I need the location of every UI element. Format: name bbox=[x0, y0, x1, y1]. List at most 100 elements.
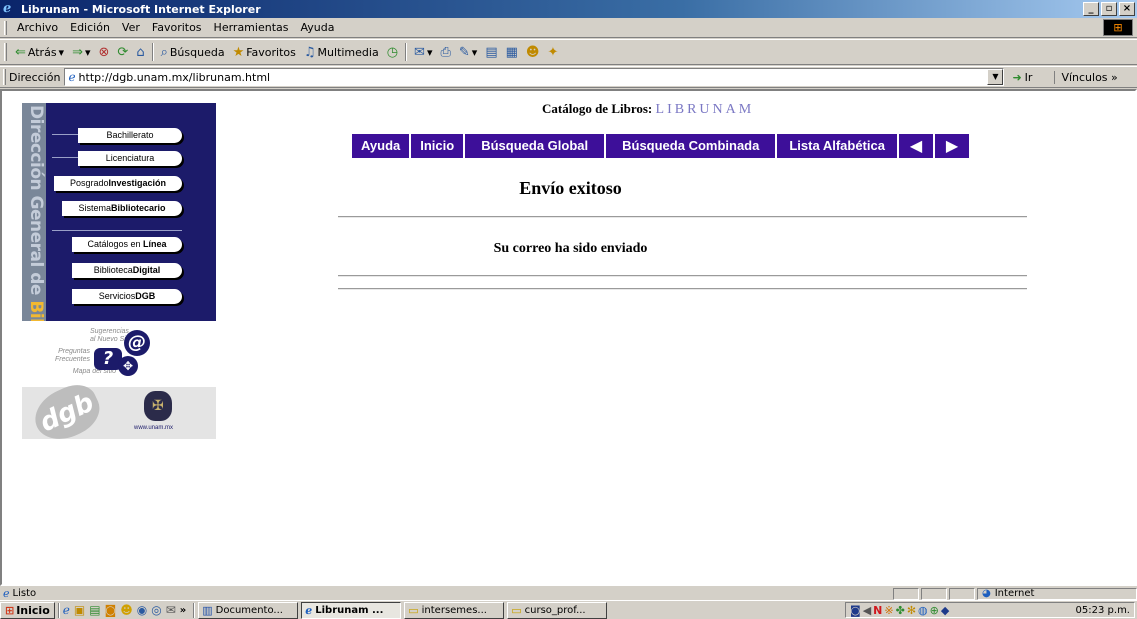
update-tray-icon[interactable]: ✤ bbox=[896, 604, 905, 617]
mail-button[interactable]: ✉ ▾ bbox=[410, 41, 436, 63]
menu-grip[interactable] bbox=[4, 20, 7, 35]
messenger-quicklaunch-icon[interactable]: ☻ bbox=[120, 603, 133, 617]
messenger-tray-icon[interactable]: ✻ bbox=[907, 604, 916, 617]
home-button[interactable]: ⌂ bbox=[132, 41, 148, 63]
sidebar-item-biblioteca-digital[interactable]: BibliotecaDigital bbox=[72, 263, 182, 278]
address-url[interactable]: http://dgb.unam.mx/librunam.html bbox=[79, 71, 988, 84]
folder-icon: ▭ bbox=[408, 603, 419, 617]
next-arrow-icon[interactable]: ▶ bbox=[934, 134, 969, 158]
display-tray-icon[interactable]: ◆ bbox=[941, 604, 949, 617]
sidebar-item-licenciatura[interactable]: Licenciatura bbox=[78, 151, 182, 166]
task-button-librunam[interactable]: ℯ Librunam ... bbox=[301, 601, 402, 619]
history-button[interactable]: ◷ bbox=[383, 41, 402, 63]
antivirus-tray-icon[interactable]: N bbox=[873, 604, 882, 617]
faq-link[interactable]: Preguntas Frecuentes bbox=[36, 348, 90, 364]
ie-quicklaunch-icon[interactable]: ℯ bbox=[63, 603, 70, 617]
back-button[interactable]: ⇐ Atrás ▾ bbox=[11, 41, 68, 63]
refresh-button[interactable]: ⟳ bbox=[113, 41, 132, 63]
address-dropdown-button[interactable]: ▼ bbox=[987, 69, 1004, 85]
zone-label: Internet bbox=[994, 588, 1035, 599]
media-button[interactable]: ♫ Multimedia bbox=[300, 41, 383, 63]
vertical-title-strip: Dirección General de Bibliotecas bbox=[22, 103, 46, 321]
start-button[interactable]: ⊞ Inicio bbox=[0, 601, 55, 619]
at-sign-icon[interactable]: @ bbox=[124, 330, 150, 356]
task-button-curso[interactable]: ▭ curso_prof... bbox=[507, 601, 608, 619]
sidebar-item-servicios[interactable]: ServiciosDGB bbox=[72, 289, 182, 304]
go-label: Ir bbox=[1024, 70, 1033, 84]
mail-icon: ✉ bbox=[414, 44, 425, 60]
minimize-button[interactable]: _ bbox=[1083, 2, 1099, 16]
network-quicklaunch-icon[interactable]: ◎ bbox=[151, 603, 161, 617]
compass-icon[interactable]: ✥ bbox=[118, 356, 138, 376]
clock[interactable]: 05:23 p.m. bbox=[1076, 605, 1130, 616]
forward-button[interactable]: ⇒ ▾ bbox=[68, 41, 94, 63]
divider bbox=[338, 216, 1027, 218]
menu-ayuda[interactable]: Ayuda bbox=[294, 21, 340, 34]
go-arrow-icon: ➜ bbox=[1012, 70, 1022, 84]
discuss-icon: ▤ bbox=[485, 44, 498, 60]
nav-help-button[interactable]: Ayuda bbox=[352, 134, 410, 158]
menu-archivo[interactable]: Archivo bbox=[11, 21, 64, 34]
task-button-documento[interactable]: ▥ Documento... bbox=[198, 601, 299, 619]
menu-edicion[interactable]: Edición bbox=[64, 21, 116, 34]
address-grip[interactable] bbox=[3, 69, 6, 85]
toolbar-grip[interactable] bbox=[4, 43, 7, 61]
research-button[interactable]: ▦ bbox=[502, 41, 522, 63]
messenger-button[interactable]: ☻ bbox=[522, 41, 544, 63]
media-player-quicklaunch-icon[interactable]: ◉ bbox=[137, 603, 147, 617]
discuss-button[interactable]: ▤ bbox=[481, 41, 501, 63]
quick-launch: ℯ ▣ ▤ ◙ ☻ ◉ ◎ ✉ bbox=[63, 603, 176, 617]
maximize-button[interactable]: ▫ bbox=[1101, 2, 1117, 16]
unam-link[interactable]: www.unam.mx bbox=[134, 425, 173, 431]
nav-alphabetic-list-button[interactable]: Lista Alfabética bbox=[777, 134, 897, 158]
nav-home-button[interactable]: Inicio bbox=[411, 134, 464, 158]
system-tray: ◙ ◀ N ※ ✤ ✻ ◍ ⊕ ◆ 05:23 p.m. bbox=[845, 602, 1135, 618]
edit-button[interactable]: ✎ ▾ bbox=[455, 41, 481, 63]
sidebar-item-sistema-bibliotecario[interactable]: SistemaBibliotecario bbox=[62, 201, 182, 216]
favorites-button[interactable]: ★ Favoritos bbox=[229, 41, 300, 63]
sidebar-item-bachillerato[interactable]: Bachillerato bbox=[78, 128, 182, 143]
close-button[interactable]: × bbox=[1119, 2, 1135, 16]
status-cell bbox=[921, 587, 947, 600]
language-tray-icon[interactable]: ※ bbox=[884, 604, 893, 617]
research-icon: ▦ bbox=[505, 44, 518, 60]
suggestions-link[interactable]: Sugerencias al Nuevo Sitio bbox=[90, 328, 133, 344]
security-tray-icon[interactable]: ⊕ bbox=[930, 604, 939, 617]
media-icon: ♫ bbox=[303, 44, 316, 60]
outlook-quicklaunch-icon[interactable]: ◙ bbox=[105, 603, 117, 617]
print-button[interactable]: ⎙ bbox=[436, 41, 454, 63]
volume-tray-icon[interactable]: ◀ bbox=[863, 604, 871, 617]
catalog-brand: LIBRUNAM bbox=[655, 102, 755, 117]
messenger-icon: ☻ bbox=[525, 44, 540, 60]
confirmation-message: Su correo ha sido enviado bbox=[493, 241, 648, 256]
refresh-icon: ⟳ bbox=[117, 44, 129, 60]
nav-global-search-button[interactable]: Búsqueda Global bbox=[465, 134, 605, 158]
divider bbox=[338, 275, 1027, 277]
folder-quicklaunch-icon[interactable]: ▣ bbox=[74, 603, 85, 617]
menu-herramientas[interactable]: Herramientas bbox=[208, 21, 295, 34]
mail-dropdown-icon[interactable]: ▾ bbox=[427, 46, 433, 59]
stop-button[interactable]: ⊗ bbox=[95, 41, 114, 63]
unam-seal-icon[interactable]: ✠ bbox=[144, 391, 172, 421]
extra-tool-button[interactable]: ✦ bbox=[543, 41, 562, 63]
nav-combined-search-button[interactable]: Búsqueda Combinada bbox=[606, 134, 776, 158]
search-button[interactable]: ⌕ Búsqueda bbox=[157, 41, 229, 63]
task-button-intersemes[interactable]: ▭ intersemes... bbox=[404, 601, 505, 619]
network-tray-icon[interactable]: ◙ bbox=[850, 604, 861, 617]
prev-arrow-icon[interactable]: ◀ bbox=[898, 134, 933, 158]
window-title-bar[interactable]: ℯ Librunam - Microsoft Internet Explorer… bbox=[0, 0, 1137, 18]
links-button[interactable]: Vínculos » bbox=[1054, 70, 1118, 84]
menu-ver[interactable]: Ver bbox=[116, 21, 146, 34]
forward-dropdown-icon[interactable]: ▾ bbox=[85, 46, 91, 59]
desktop-quicklaunch-icon[interactable]: ▤ bbox=[89, 603, 100, 617]
dgb-logo[interactable]: dgb bbox=[26, 377, 108, 449]
address-input[interactable]: ℯ http://dgb.unam.mx/librunam.html ▼ bbox=[64, 68, 1005, 86]
mail-quicklaunch-icon[interactable]: ✉ bbox=[166, 603, 176, 617]
quick-launch-more-button[interactable]: » bbox=[180, 605, 186, 616]
go-button[interactable]: ➜ Ir bbox=[1012, 71, 1032, 84]
edit-dropdown-icon[interactable]: ▾ bbox=[472, 46, 478, 59]
forward-arrow-icon: ⇒ bbox=[72, 44, 83, 60]
menu-favoritos[interactable]: Favoritos bbox=[146, 21, 208, 34]
back-dropdown-icon[interactable]: ▾ bbox=[59, 46, 65, 59]
connection-tray-icon[interactable]: ◍ bbox=[918, 604, 928, 617]
